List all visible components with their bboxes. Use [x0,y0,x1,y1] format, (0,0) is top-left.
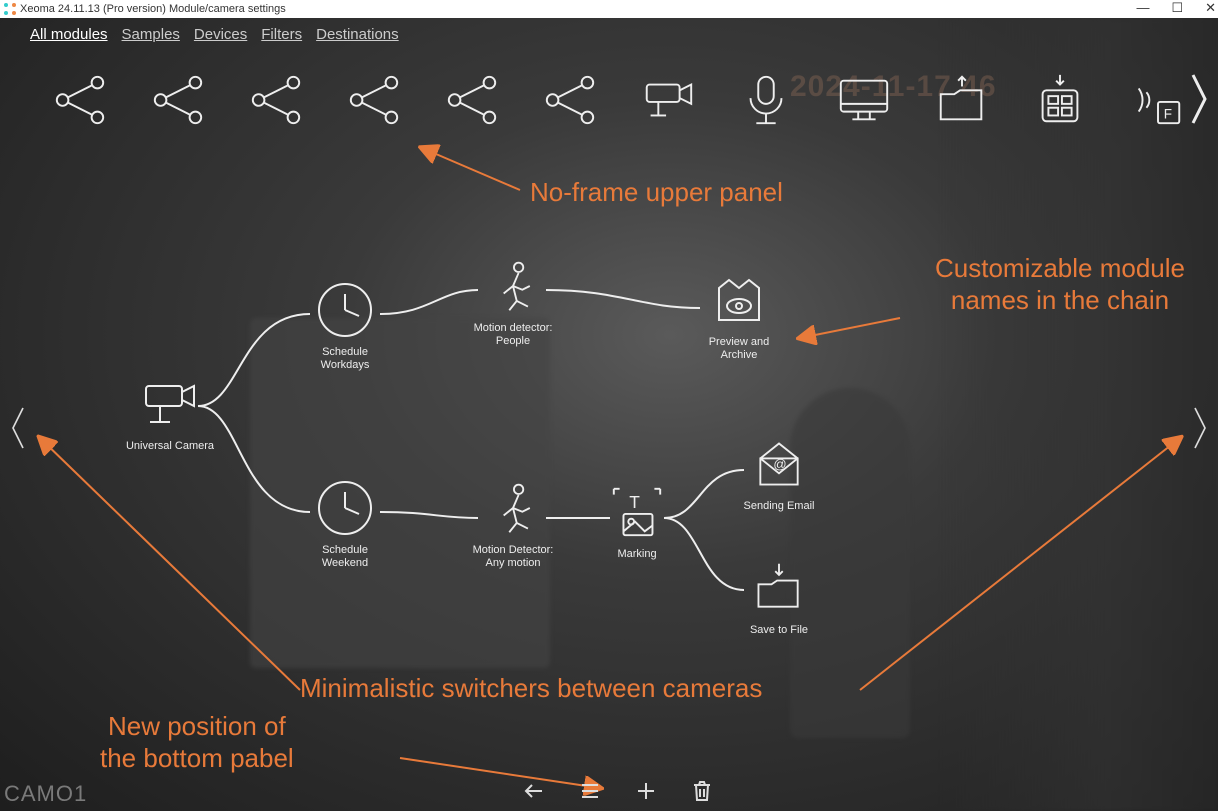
grid-import-icon[interactable] [1026,66,1094,134]
close-button[interactable]: ✕ [1205,0,1216,16]
delete-button[interactable] [688,777,716,805]
module-template-2-icon[interactable] [144,66,212,134]
module-marking[interactable]: T Marking [592,478,682,561]
running-person-icon [479,474,547,542]
module-palette: F [46,66,1192,134]
module-label: Marking [592,548,682,561]
annotation-bottom-panel: New position of the bottom pabel [100,710,294,774]
camera-name-label: CAMO1 [4,781,87,807]
archive-eye-icon [705,266,773,334]
palette-scroll-right[interactable] [1184,64,1214,134]
module-category-tabs: All modules Samples Devices Filters Dest… [30,26,399,43]
clock-icon [311,276,379,344]
tab-all-modules[interactable]: All modules [30,26,108,43]
back-button[interactable] [520,777,548,805]
module-template-6-icon[interactable] [536,66,604,134]
screen-module-icon[interactable] [830,66,898,134]
module-preview-archive[interactable]: Preview and Archive [694,266,784,362]
module-motion-people[interactable]: Motion detector: People [468,252,558,348]
tab-samples[interactable]: Samples [122,26,180,43]
module-label: Motion detector: People [468,322,558,348]
module-motion-any[interactable]: Motion Detector: Any motion [468,474,558,570]
module-label: Sending Email [734,500,824,513]
annotation-upper-panel: No-frame upper panel [530,176,783,208]
folder-export-icon[interactable] [928,66,996,134]
window-title-bar: Xeoma 24.11.13 (Pro version) Module/came… [0,0,1218,18]
svg-text:T: T [629,492,640,512]
prev-camera-chevron[interactable] [6,398,30,458]
signal-module-icon[interactable]: F [1124,66,1192,134]
tab-filters[interactable]: Filters [261,26,302,43]
next-camera-chevron[interactable] [1188,398,1212,458]
module-label: Preview and Archive [694,336,784,362]
module-label: Motion Detector: Any motion [468,544,558,570]
marking-icon: T [603,478,671,546]
minimize-button[interactable]: — [1136,0,1149,16]
module-template-4-icon[interactable] [340,66,408,134]
menu-button[interactable] [576,777,604,805]
maximize-button[interactable]: ☐ [1171,0,1183,16]
camera-module-icon[interactable] [634,66,702,134]
clock-icon [311,474,379,542]
camera-icon [136,370,204,438]
window-title: Xeoma 24.11.13 (Pro version) Module/came… [20,3,286,15]
module-schedule-workdays[interactable]: Schedule Workdays [300,276,390,372]
module-universal-camera[interactable]: Universal Camera [125,370,215,453]
running-person-icon [479,252,547,320]
module-template-1-icon[interactable] [46,66,114,134]
bottom-toolbar [520,777,716,805]
folder-save-icon [745,554,813,622]
email-icon: @ [745,430,813,498]
app-logo-icon [4,3,16,15]
microphone-module-icon[interactable] [732,66,800,134]
workspace: 2024-11-17 46 All modules Samples Device… [0,18,1218,811]
module-label: Save to File [734,624,824,637]
annotation-switchers: Minimalistic switchers between cameras [300,672,762,704]
module-label: Universal Camera [125,440,215,453]
add-button[interactable] [632,777,660,805]
svg-text:@: @ [773,457,786,472]
module-save-to-file[interactable]: Save to File [734,554,824,637]
tab-destinations[interactable]: Destinations [316,26,399,43]
module-sending-email[interactable]: @ Sending Email [734,430,824,513]
module-template-5-icon[interactable] [438,66,506,134]
svg-text:F: F [1164,106,1172,121]
tab-devices[interactable]: Devices [194,26,247,43]
module-label: Schedule Workdays [300,346,390,372]
module-label: Schedule Weekend [300,544,390,570]
module-schedule-weekend[interactable]: Schedule Weekend [300,474,390,570]
module-template-3-icon[interactable] [242,66,310,134]
